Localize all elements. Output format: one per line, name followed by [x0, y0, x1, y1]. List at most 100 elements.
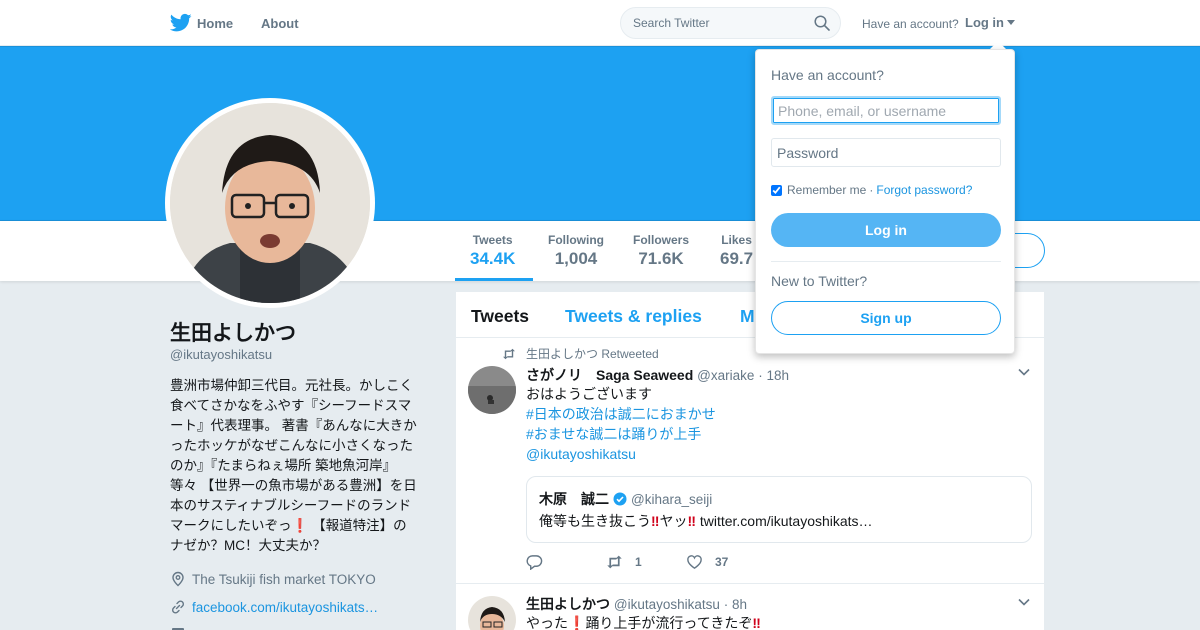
signup-button[interactable]: Sign up: [771, 301, 1001, 335]
stat-following-label: Following: [548, 233, 604, 247]
retweet-icon: [607, 555, 622, 569]
retweet-count: 1: [635, 555, 642, 569]
calendar-icon: [172, 628, 184, 630]
password-input[interactable]: [771, 138, 1001, 167]
tweet-header: さがノリ Saga Seaweed @xariake · 18h: [526, 365, 789, 385]
tweet-screen-name[interactable]: @xariake: [697, 368, 754, 383]
profile-bio: 豊洲市場仲卸三代目。元社長。かしこく 食べてさかなをふやす『シーフードスマ ート…: [170, 376, 432, 556]
bio-line: 【報道特注】の: [308, 518, 407, 533]
nav-about-link[interactable]: About: [261, 16, 299, 31]
profile-handle[interactable]: @ikutayoshikatsu: [170, 347, 272, 362]
stat-followers[interactable]: Followers 71.6K: [633, 233, 689, 269]
search-input[interactable]: [621, 8, 801, 38]
stat-tweets-label: Tweets: [472, 233, 513, 247]
avatar-photo: [170, 103, 370, 303]
tweet[interactable]: 生田よしかつ Retweeted さがノリ Saga Seaweed @xari…: [456, 338, 1044, 584]
tweet-screen-name[interactable]: @ikutayoshikatsu: [614, 597, 720, 612]
tweet-header: 生田よしかつ @ikutayoshikatsu · 8h: [526, 594, 747, 614]
new-to-twitter-text: New to Twitter?: [771, 273, 868, 289]
quoted-tweet-text: 俺等も生き抜こう‼ヤッ‼ twitter.com/ikutayoshikats…: [539, 511, 873, 531]
quoted-tweet-header: 木原 誠二 @kihara_seiji: [539, 489, 712, 509]
chevron-down-icon: [1007, 20, 1015, 25]
login-dropdown: Have an account? Remember me · Forgot pa…: [755, 49, 1015, 354]
avatar: [170, 103, 370, 303]
link-icon: [171, 600, 185, 614]
tweet-text: おはようございます #日本の政治は誠二におまかせ #おませな誠二は踊りが上手 @…: [526, 384, 716, 464]
bio-line: ナゼか？MC！大丈夫か？: [170, 538, 326, 553]
chevron-down-icon[interactable]: [1018, 598, 1030, 606]
profile-location: The Tsukiji fish market TOKYO: [170, 571, 376, 587]
quoted-tweet[interactable]: 木原 誠二 @kihara_seiji 俺等も生き抜こう‼ヤッ‼ twitter…: [526, 476, 1032, 543]
nav-login-label: Log in: [965, 15, 1004, 30]
search-icon[interactable]: [814, 15, 830, 31]
hashtag-link[interactable]: #おませな誠二は踊りが上手: [526, 424, 716, 444]
quoted-fullname: 木原 誠二: [539, 491, 609, 507]
tweet[interactable]: 生田よしかつ @ikutayoshikatsu · 8h やった❗踊り上手が流行…: [456, 584, 1044, 630]
nav-home-link[interactable]: Home: [197, 16, 233, 31]
quoted-text: ヤッ: [659, 513, 688, 529]
double-exclamation-emoji: ‼: [752, 615, 761, 630]
retweet-context-text: 生田よしかつ Retweeted: [526, 347, 659, 361]
avatar: [468, 596, 516, 630]
bio-line: のか』『たまらねぇ場所 築地魚河岸』: [170, 458, 397, 473]
separator-dot: ·: [869, 183, 874, 197]
login-dropdown-title: Have an account?: [771, 67, 884, 83]
tweet-timestamp[interactable]: · 8h: [724, 597, 747, 612]
tweet-timestamp[interactable]: · 18h: [758, 368, 789, 383]
tweet-avatar[interactable]: [468, 366, 516, 414]
stat-tweets[interactable]: Tweets 34.4K: [470, 233, 515, 269]
bio-line: 豊洲市場仲卸三代目。元社長。かしこく: [170, 378, 413, 393]
exclamation-emoji: ❗: [291, 518, 309, 533]
remember-me-row: Remember me · Forgot password?: [771, 183, 972, 197]
tab-tweets-and-replies[interactable]: Tweets & replies: [565, 306, 702, 327]
tweet-fullname[interactable]: 生田よしかつ: [526, 596, 610, 612]
stat-followers-label: Followers: [633, 233, 690, 247]
reply-button[interactable]: [526, 554, 606, 570]
location-pin-icon: [172, 571, 184, 587]
profile-location-text: The Tsukiji fish market TOKYO: [192, 571, 376, 587]
mention-link[interactable]: @ikutayoshikatsu: [526, 444, 716, 464]
stat-following[interactable]: Following 1,004: [548, 233, 604, 269]
like-button[interactable]: 37: [686, 554, 766, 570]
retweet-icon: [503, 348, 515, 359]
retweet-button[interactable]: 1: [606, 554, 686, 570]
tweet-avatar[interactable]: [468, 596, 516, 630]
profile-name[interactable]: 生田よしかつ: [170, 317, 296, 347]
tab-media[interactable]: M: [740, 306, 755, 327]
tweet-text-line: 踊り上手が流行ってきたぞ: [585, 615, 753, 630]
twitter-bird-logo-icon[interactable]: [170, 13, 192, 33]
stat-tweets-value: 34.4K: [470, 249, 516, 268]
exclamation-emoji: ❗: [568, 615, 586, 630]
profile-website-link[interactable]: facebook.com/ikutayoshikats…: [192, 600, 378, 615]
tweet-fullname[interactable]: さがノリ Saga Seaweed: [526, 367, 693, 383]
username-input[interactable]: [771, 96, 1001, 125]
profile-avatar[interactable]: [165, 98, 375, 308]
remember-me-checkbox[interactable]: [771, 184, 782, 196]
profile-website[interactable]: facebook.com/ikutayoshikats…: [170, 599, 378, 615]
verified-badge-icon: [613, 492, 627, 506]
tweet-text: やった❗踊り上手が流行ってきたぞ‼: [526, 613, 761, 630]
tab-tweets[interactable]: Tweets: [471, 306, 529, 327]
profile-joined: [170, 625, 192, 630]
quoted-screen-name: @kihara_seiji: [631, 491, 713, 507]
search-box: [620, 7, 841, 39]
bio-line: ート』代表理事。 著書『あんなに大きか: [170, 418, 417, 433]
have-account-text: Have an account?: [862, 17, 959, 31]
chevron-down-icon[interactable]: [1018, 368, 1030, 376]
forgot-password-link[interactable]: Forgot password?: [876, 183, 972, 197]
quoted-link[interactable]: twitter.com/ikutayoshikats…: [700, 513, 873, 529]
stat-likes-label: Likes: [721, 233, 752, 247]
tweet-text-line: おはようございます: [526, 386, 652, 402]
bio-line: 食べてさかなをふやす『シーフードスマ: [170, 398, 412, 413]
heart-icon: [687, 555, 702, 569]
remember-me-label[interactable]: Remember me: [787, 183, 866, 197]
nav-login-dropdown-toggle[interactable]: Log in: [965, 15, 1015, 30]
quoted-text: 俺等も生き抜こう: [539, 513, 651, 529]
stat-likes[interactable]: Likes 69.7: [720, 233, 753, 269]
login-submit-button[interactable]: Log in: [771, 213, 1001, 247]
stat-followers-value: 71.6K: [638, 249, 684, 268]
hashtag-link[interactable]: #日本の政治は誠二におまかせ: [526, 404, 716, 424]
tweet-text-line: やった: [526, 615, 568, 630]
avatar: [468, 366, 516, 414]
divider: [771, 261, 1001, 262]
